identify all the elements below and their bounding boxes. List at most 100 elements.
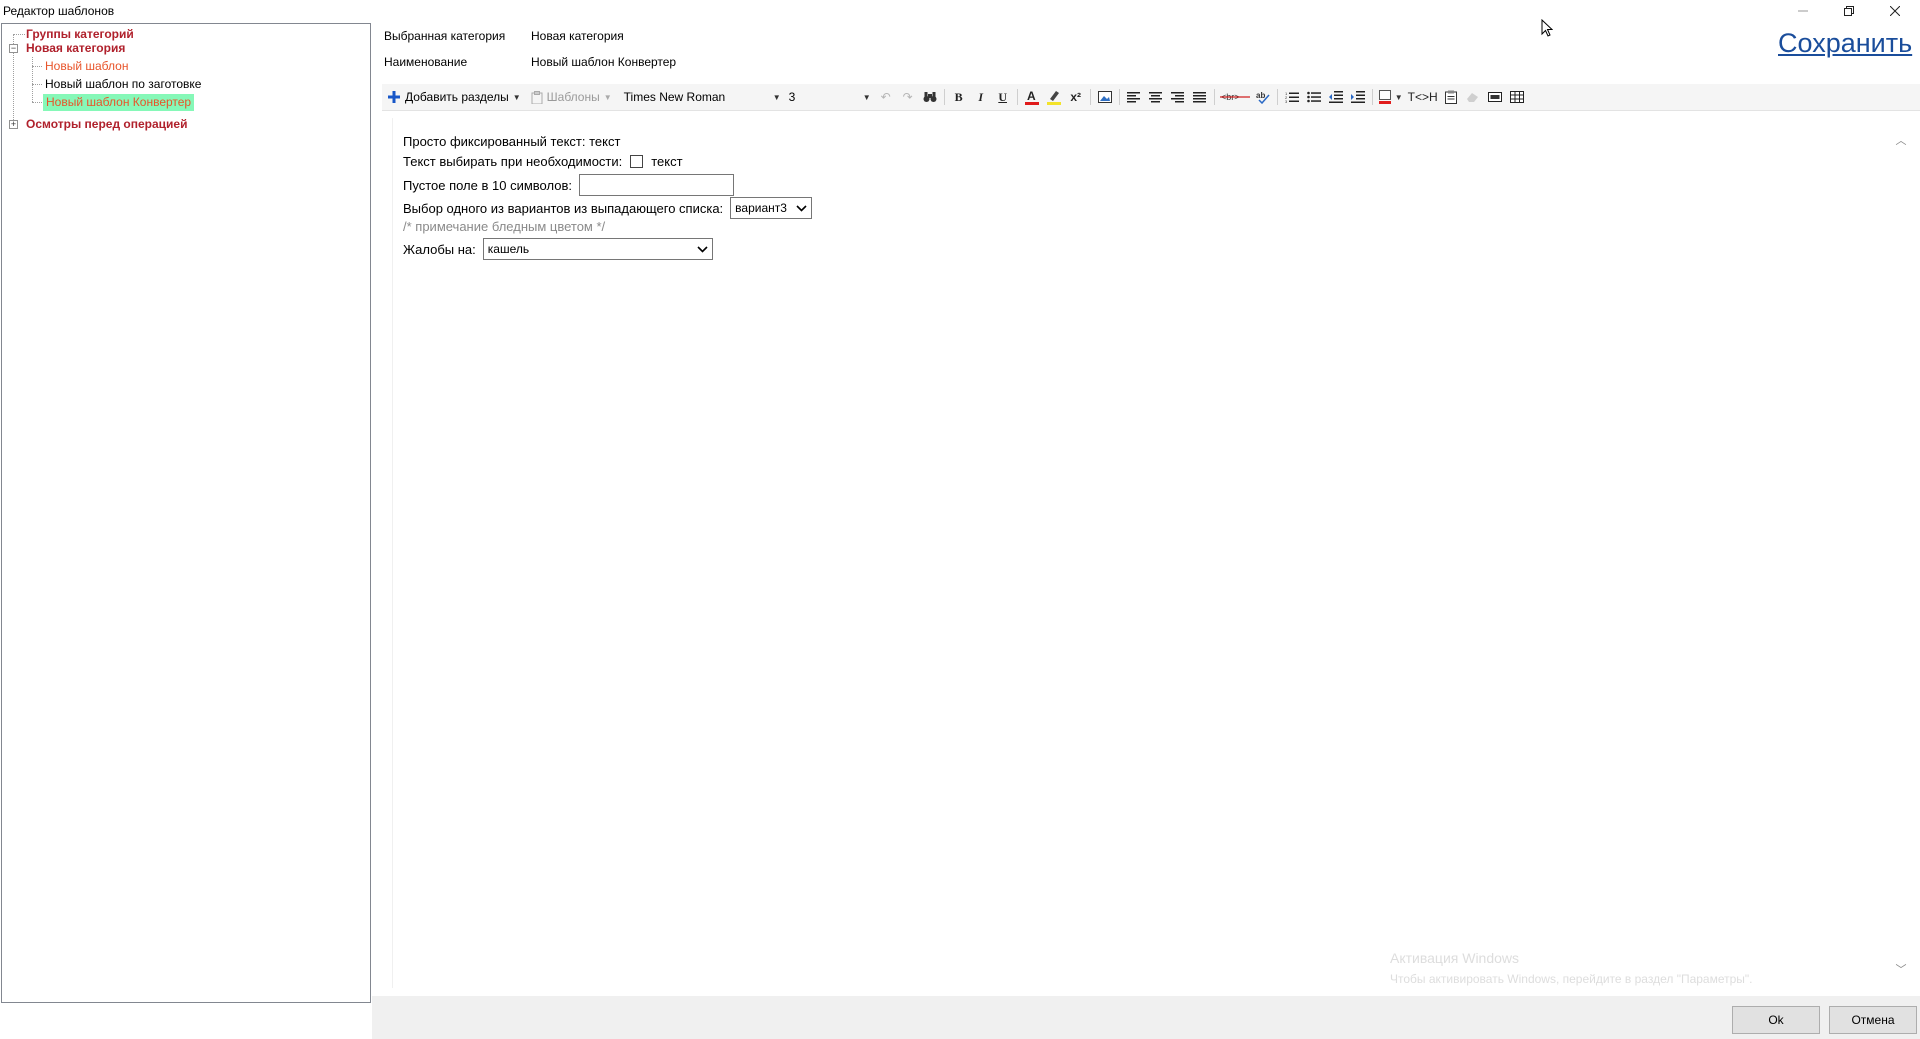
- paragraph-color-button[interactable]: ▼: [1376, 86, 1406, 108]
- spellcheck-button[interactable]: ab: [1252, 86, 1274, 108]
- insert-field-button[interactable]: [1484, 86, 1506, 108]
- bold-button[interactable]: B: [948, 86, 970, 108]
- editor-line-complaints: Жалобы на: кашель: [403, 238, 713, 260]
- outdent-button[interactable]: [1325, 86, 1347, 108]
- editor-area[interactable]: Просто фиксированный текст: текст Текст …: [392, 118, 1910, 988]
- restore-icon: [1843, 6, 1854, 16]
- svg-text:ab: ab: [1256, 91, 1265, 100]
- tree-item-template-3-selected[interactable]: Новый шаблон Конвертер: [43, 94, 195, 111]
- superscript-button[interactable]: x²: [1065, 86, 1087, 108]
- font-size-select[interactable]: 3 ▼: [784, 87, 875, 107]
- redo-icon: ↷: [902, 90, 913, 104]
- optional-text-label: Текст выбирать при необходимости:: [403, 154, 623, 169]
- tree-connector: [13, 34, 25, 35]
- toolbar-separator: [1089, 89, 1091, 105]
- expand-icon[interactable]: +: [9, 120, 18, 129]
- bulleted-list-icon: [1306, 91, 1321, 103]
- complaints-select[interactable]: кашель: [482, 238, 713, 260]
- insert-table-button[interactable]: [1506, 86, 1528, 108]
- cancel-button[interactable]: Отмена: [1829, 1006, 1917, 1034]
- toolbar-separator: [1213, 89, 1215, 105]
- italic-icon: I: [978, 89, 983, 104]
- close-button[interactable]: [1872, 0, 1917, 22]
- clear-format-button[interactable]: [1462, 86, 1484, 108]
- bulleted-list-button[interactable]: [1303, 86, 1325, 108]
- insert-image-button[interactable]: [1094, 86, 1116, 108]
- templates-button[interactable]: Шаблоны ▼: [531, 86, 612, 108]
- outdent-icon: [1328, 91, 1343, 103]
- justify-button[interactable]: [1189, 86, 1211, 108]
- chevron-down-icon: [796, 204, 807, 212]
- font-family-select[interactable]: Times New Roman ▼: [619, 87, 785, 107]
- chevron-down-icon: ▼: [512, 92, 521, 102]
- italic-button[interactable]: I: [970, 86, 992, 108]
- plus-icon: [388, 91, 400, 103]
- minimize-button[interactable]: [1780, 0, 1825, 22]
- line-break-button[interactable]: <br>: [1218, 86, 1252, 108]
- html-toggle-button[interactable]: T<>H: [1406, 86, 1440, 108]
- underline-icon: U: [998, 89, 1007, 104]
- variant-select[interactable]: вариант3: [730, 197, 813, 219]
- activation-watermark: Активация Windows Чтобы активировать Win…: [1390, 950, 1753, 986]
- spellcheck-icon: ab: [1256, 91, 1270, 104]
- tree-item-template-2[interactable]: Новый шаблон по заготовке: [45, 76, 201, 93]
- optional-text-checkbox[interactable]: [630, 155, 644, 168]
- highlight-button[interactable]: [1043, 86, 1065, 108]
- indent-button[interactable]: [1347, 86, 1369, 108]
- restore-button[interactable]: [1826, 0, 1871, 22]
- indent-icon: [1350, 91, 1365, 103]
- binoculars-icon: [923, 92, 937, 102]
- font-color-button[interactable]: A: [1021, 86, 1043, 108]
- toolbar-separator: [1276, 89, 1278, 105]
- numbered-list-button[interactable]: 123: [1281, 86, 1303, 108]
- collapse-icon[interactable]: −: [9, 44, 18, 53]
- align-center-button[interactable]: [1145, 86, 1167, 108]
- underline-button[interactable]: U: [992, 86, 1014, 108]
- variant-select-value: вариант3: [735, 201, 787, 215]
- find-button[interactable]: [919, 86, 941, 108]
- align-right-icon: [1171, 91, 1185, 102]
- empty-text-input[interactable]: [578, 174, 734, 196]
- redo-button[interactable]: ↷: [897, 86, 919, 108]
- align-left-button[interactable]: [1123, 86, 1145, 108]
- tree-connector: [32, 84, 42, 85]
- editor-toolbar: Добавить разделы ▼ Шаблоны ▼ Times New R…: [382, 84, 1920, 111]
- tree-item-other-group[interactable]: Осмотры перед операцией: [26, 116, 187, 133]
- scroll-up-arrow[interactable]: ︿: [1895, 132, 1907, 147]
- highlighter-icon: [1046, 91, 1061, 105]
- selected-category-value: Новая категория: [531, 29, 624, 43]
- tree-connector: [32, 66, 42, 67]
- undo-button[interactable]: ↶: [875, 86, 897, 108]
- paste-button[interactable]: [1440, 86, 1462, 108]
- name-label: Наименование: [384, 55, 468, 69]
- ok-button[interactable]: Ok: [1732, 1006, 1820, 1034]
- complaints-select-value: кашель: [487, 242, 530, 256]
- clipboard-icon: [531, 90, 543, 104]
- tree-item-template-1[interactable]: Новый шаблон: [45, 58, 128, 75]
- chevron-down-icon: ▼: [603, 92, 612, 102]
- category-tree[interactable]: Группы категорий − Новая категория Новый…: [1, 23, 371, 1003]
- editor-line-fixed-text: Просто фиксированный текст: текст: [403, 134, 620, 149]
- toolbar-separator: [1371, 89, 1373, 105]
- minimize-icon: [1797, 10, 1808, 12]
- chevron-down-icon: ▼: [862, 92, 871, 102]
- watermark-text: Чтобы активировать Windows, перейдите в …: [1390, 972, 1753, 986]
- align-justify-icon: [1193, 91, 1207, 102]
- align-left-icon: [1127, 91, 1141, 102]
- window-title: Редактор шаблонов: [3, 4, 115, 18]
- bold-icon: B: [954, 89, 963, 104]
- numbered-list-icon: 123: [1285, 91, 1299, 103]
- pale-note: /* примечание бледным цветом */: [403, 219, 606, 234]
- selected-category-label: Выбранная категория: [384, 29, 506, 43]
- save-link[interactable]: Сохранить: [1778, 28, 1912, 59]
- align-right-button[interactable]: [1167, 86, 1189, 108]
- line-break-icon: <br>: [1219, 92, 1250, 102]
- tree-item-category[interactable]: Новая категория: [26, 40, 125, 57]
- optional-text-value: текст: [651, 154, 683, 169]
- scroll-down-arrow[interactable]: ﹀: [1895, 961, 1907, 976]
- paste-icon: [1444, 90, 1457, 104]
- empty-field-label: Пустое поле в 10 символов:: [403, 177, 572, 193]
- add-sections-button[interactable]: Добавить разделы ▼: [388, 86, 521, 108]
- svg-text:A: A: [1027, 89, 1036, 103]
- complaints-label: Жалобы на:: [403, 241, 476, 257]
